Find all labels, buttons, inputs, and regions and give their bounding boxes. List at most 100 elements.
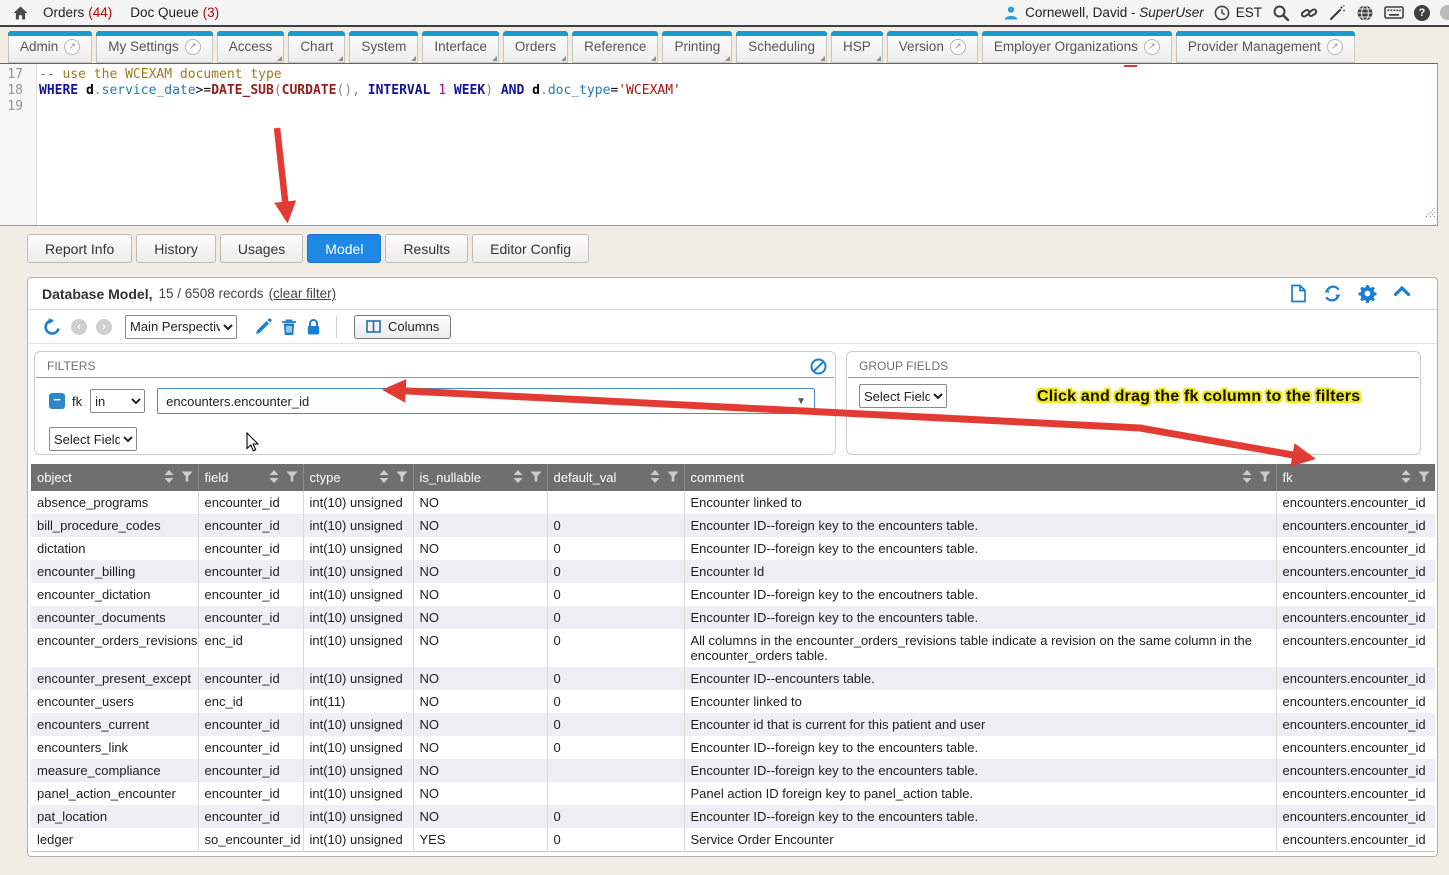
sort-icon[interactable]	[513, 470, 523, 486]
table-row[interactable]: bill_procedure_codesencounter_idint(10) …	[31, 514, 1435, 537]
new-document-icon[interactable]	[1290, 284, 1307, 303]
column-header-fk[interactable]: fk	[1276, 464, 1435, 491]
delete-perspective-icon[interactable]	[281, 318, 297, 336]
add-filter-field-select[interactable]: Select Field	[49, 427, 137, 451]
timezone-control[interactable]: EST	[1214, 5, 1262, 21]
filter-icon[interactable]	[286, 470, 298, 485]
popout-icon[interactable]: ↗	[185, 39, 201, 55]
table-row[interactable]: panel_action_encounterencounter_idint(10…	[31, 782, 1435, 805]
filter-icon[interactable]	[396, 470, 408, 485]
help-icon[interactable]: ?	[1414, 5, 1430, 21]
nav-tab-chart[interactable]: Chart	[288, 31, 345, 63]
nav-tab-reference[interactable]: Reference	[572, 31, 658, 63]
table-row[interactable]: absence_programsencounter_idint(10) unsi…	[31, 491, 1435, 514]
undo-icon[interactable]	[42, 317, 62, 337]
column-header-is-nullable[interactable]: is_nullable	[413, 464, 547, 491]
nav-tab-employer-organizations[interactable]: Employer Organizations↗	[982, 31, 1172, 63]
nav-tab-access[interactable]: Access	[217, 31, 285, 63]
table-row[interactable]: ledgerso_encounter_idint(10) unsignedYES…	[31, 828, 1435, 852]
cell-object: encounter_present_except	[31, 667, 198, 690]
wand-icon[interactable]	[1328, 4, 1346, 22]
topbar-link-orders[interactable]: Orders (44)	[43, 5, 112, 20]
filter-icon[interactable]	[530, 470, 542, 485]
current-user[interactable]: Cornewell, David - SuperUser	[1003, 5, 1204, 21]
perspective-select[interactable]: Main Perspective	[125, 315, 237, 339]
remove-filter-icon[interactable]: −	[49, 393, 65, 409]
columns-button[interactable]: Columns	[354, 315, 451, 339]
column-header-field[interactable]: field	[198, 464, 303, 491]
table-row[interactable]: encounter_orders_revisionsenc_idint(10) …	[31, 629, 1435, 667]
globe-icon[interactable]	[1356, 4, 1374, 22]
refresh-icon[interactable]	[1323, 284, 1342, 303]
topbar-link-doc-queue[interactable]: Doc Queue (3)	[130, 5, 219, 20]
nav-tab-system[interactable]: System	[349, 31, 418, 63]
nav-tab-version[interactable]: Version↗	[887, 31, 978, 63]
sort-icon[interactable]	[650, 470, 660, 486]
nav-tab-hsp[interactable]: HSP	[831, 31, 883, 63]
popout-icon[interactable]: ↗	[1144, 39, 1160, 55]
table-row[interactable]: encounter_present_exceptencounter_idint(…	[31, 667, 1435, 690]
popout-icon[interactable]: ↗	[1327, 39, 1343, 55]
filter-row: − fk in encounters.encounter_id ▼	[49, 388, 835, 414]
clear-filter-link[interactable]: (clear filter)	[269, 286, 337, 301]
cell-fk: encounters.encounter_id	[1276, 736, 1435, 759]
popout-icon[interactable]: ↗	[64, 39, 80, 55]
table-row[interactable]: encounter_usersenc_idint(11)NO0Encounter…	[31, 690, 1435, 713]
collapse-icon[interactable]	[1393, 284, 1411, 303]
filter-value-combobox[interactable]: encounters.encounter_id ▼	[157, 388, 815, 414]
nav-tab-orders[interactable]: Orders	[503, 31, 568, 63]
table-row[interactable]: encounter_documentsencounter_idint(10) u…	[31, 606, 1435, 629]
filter-icon[interactable]	[1259, 470, 1271, 485]
table-row[interactable]: measure_complianceencounter_idint(10) un…	[31, 759, 1435, 782]
submenu-corner-icon	[411, 56, 416, 61]
history-forward-icon[interactable]: ›	[96, 319, 112, 335]
column-header-ctype[interactable]: ctype	[303, 464, 413, 491]
resize-grip-icon[interactable]	[1424, 205, 1436, 223]
edit-perspective-icon[interactable]	[254, 318, 272, 336]
result-tab-results[interactable]: Results	[385, 234, 468, 263]
sort-icon[interactable]	[1401, 470, 1411, 486]
search-icon[interactable]	[1272, 4, 1290, 22]
sort-icon[interactable]	[379, 470, 389, 486]
table-row[interactable]: dictationencounter_idint(10) unsignedNO0…	[31, 537, 1435, 560]
gear-icon[interactable]	[1358, 284, 1377, 303]
sort-icon[interactable]	[164, 470, 174, 486]
clear-filters-icon[interactable]	[810, 358, 827, 380]
link-icon[interactable]	[1300, 4, 1318, 22]
sort-icon[interactable]	[269, 470, 279, 486]
result-tab-report-info[interactable]: Report Info	[27, 234, 132, 263]
column-header-comment[interactable]: comment	[684, 464, 1276, 491]
history-back-icon[interactable]: ‹	[71, 319, 87, 335]
table-row[interactable]: encounters_currentencounter_idint(10) un…	[31, 713, 1435, 736]
filter-operator-select[interactable]: in	[90, 389, 145, 413]
nav-tab-my-settings[interactable]: My Settings↗	[96, 31, 213, 63]
keyboard-icon[interactable]	[1384, 5, 1404, 20]
nav-tab-printing[interactable]: Printing	[662, 31, 732, 63]
table-row[interactable]: encounter_billingencounter_idint(10) uns…	[31, 560, 1435, 583]
home-icon[interactable]	[12, 5, 29, 21]
nav-tab-admin[interactable]: Admin↗	[8, 31, 92, 63]
result-tab-usages[interactable]: Usages	[220, 234, 303, 263]
table-row[interactable]: encounters_linkencounter_idint(10) unsig…	[31, 736, 1435, 759]
result-tab-model[interactable]: Model	[307, 234, 381, 263]
table-row[interactable]: pat_locationencounter_idint(10) unsigned…	[31, 805, 1435, 828]
add-group-field-select[interactable]: Select Field	[859, 384, 947, 408]
filter-icon[interactable]	[181, 470, 193, 485]
filter-icon[interactable]	[667, 470, 679, 485]
column-header-default-val[interactable]: default_val	[547, 464, 684, 491]
popout-icon[interactable]: ↗	[950, 39, 966, 55]
column-header-object[interactable]: object	[31, 464, 198, 491]
sql-editor[interactable]: 17-- use the WCEXAM document type18WHERE…	[0, 63, 1438, 226]
result-tab-history[interactable]: History	[136, 234, 216, 263]
cell-comment: Panel action ID foreign key to panel_act…	[684, 782, 1276, 805]
lock-icon[interactable]	[306, 318, 321, 336]
nav-tab-interface[interactable]: Interface	[422, 31, 499, 63]
result-tab-editor-config[interactable]: Editor Config	[472, 234, 589, 263]
nav-tab-scheduling[interactable]: Scheduling	[736, 31, 827, 63]
filter-icon[interactable]	[1418, 470, 1430, 485]
nav-tab-provider-management[interactable]: Provider Management↗	[1176, 31, 1355, 63]
cell-field: encounter_id	[198, 606, 303, 629]
submenu-corner-icon	[561, 56, 566, 61]
table-row[interactable]: encounter_dictationencounter_idint(10) u…	[31, 583, 1435, 606]
sort-icon[interactable]	[1242, 470, 1252, 486]
